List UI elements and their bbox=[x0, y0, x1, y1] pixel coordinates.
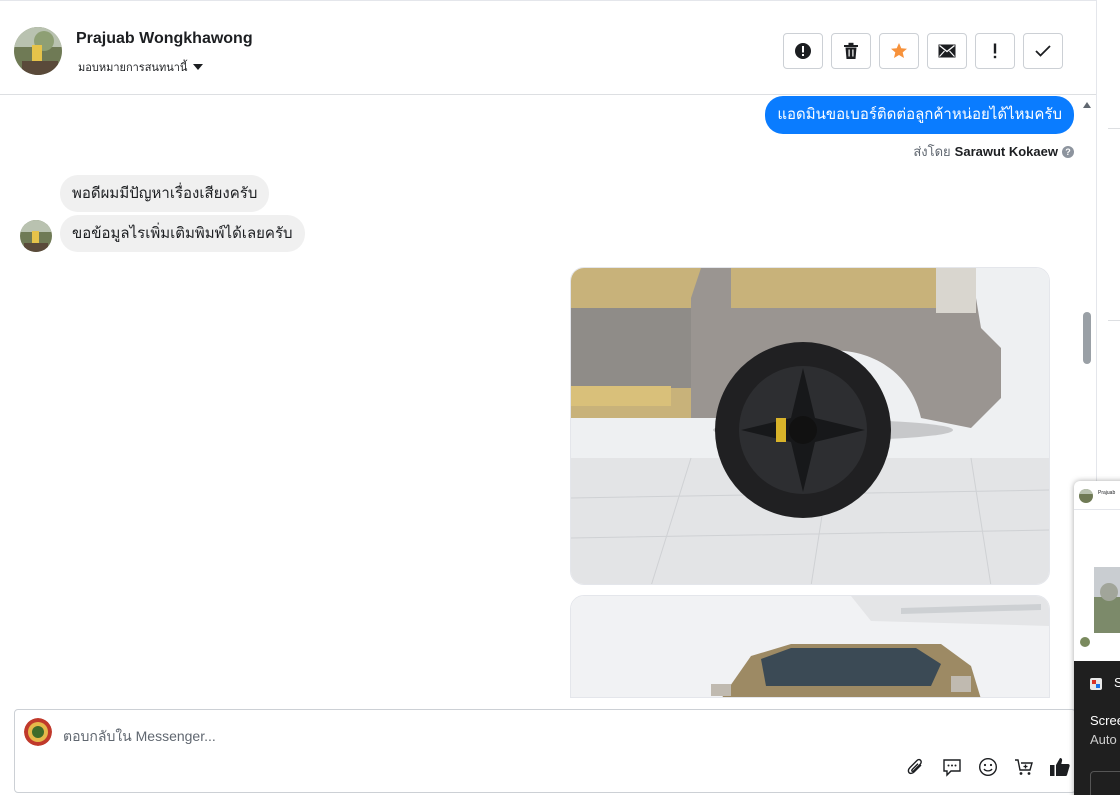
overlay-small-avatar bbox=[1080, 637, 1090, 647]
check-icon bbox=[1035, 45, 1051, 57]
follow-up-button[interactable] bbox=[975, 33, 1015, 69]
overlay-app-name: S bbox=[1114, 675, 1120, 690]
mark-unread-button[interactable] bbox=[927, 33, 967, 69]
chat-bubble-icon bbox=[943, 759, 961, 777]
overlay-title: Scree bbox=[1090, 713, 1120, 728]
delete-button[interactable] bbox=[831, 33, 871, 69]
paperclip-icon bbox=[907, 758, 922, 775]
alert-circle-icon bbox=[795, 43, 811, 59]
sender-avatar[interactable] bbox=[20, 220, 52, 252]
help-icon[interactable]: ? bbox=[1062, 145, 1074, 158]
panel-divider bbox=[1108, 320, 1120, 321]
page-avatar bbox=[24, 718, 52, 746]
reply-input[interactable]: ตอบกลับใน Messenger... bbox=[63, 726, 216, 748]
envelope-icon bbox=[938, 44, 956, 58]
sent-by-name: Sarawut Kokaew bbox=[954, 144, 1058, 159]
contact-name[interactable]: Prajuab Wongkhawong bbox=[76, 30, 253, 48]
overlay-divider bbox=[1074, 509, 1120, 510]
overlay-contact-name: Prajuab bbox=[1098, 490, 1116, 496]
trash-icon bbox=[844, 42, 858, 59]
assign-conversation-dropdown[interactable]: มอบหมายการสนทนานี้ bbox=[78, 58, 204, 76]
overlay-action-button[interactable] bbox=[1090, 771, 1120, 795]
mark-done-button[interactable] bbox=[1023, 33, 1063, 69]
assign-label: มอบหมายการสนทนานี้ bbox=[78, 62, 188, 74]
outgoing-message[interactable]: แอดมินขอเบอร์ติดต่อลูกค้าหน่อยได้ไหมครับ bbox=[765, 96, 1074, 134]
caret-down-icon bbox=[193, 64, 204, 70]
contact-avatar[interactable] bbox=[14, 27, 62, 75]
emoji-button[interactable] bbox=[977, 756, 999, 778]
thumbs-up-icon bbox=[1050, 758, 1070, 776]
cart-add-icon bbox=[1015, 759, 1033, 775]
header-actions bbox=[783, 33, 1063, 69]
attachment-photo-wheel[interactable] bbox=[570, 267, 1050, 585]
scrollbar-thumb[interactable] bbox=[1083, 312, 1091, 364]
messenger-inbox: Prajuab Wongkhawong มอบหมายการสนทนานี้ แ… bbox=[0, 0, 1120, 795]
overlay-subtitle: Auto bbox=[1090, 732, 1117, 747]
incoming-message[interactable]: ขอข้อมูลไรเพิ่มเติมพิมพ์ได้เลยครับ bbox=[60, 215, 305, 252]
panel-divider bbox=[1108, 128, 1120, 129]
saved-reply-button[interactable] bbox=[941, 756, 963, 778]
sent-by-prefix: ส่งโดย bbox=[913, 144, 951, 159]
notification-overlay[interactable]: Prajuab S Scree Auto bbox=[1074, 481, 1120, 795]
composer-tools bbox=[905, 756, 1071, 778]
overlay-avatar bbox=[1079, 489, 1093, 503]
reply-composer: ตอบกลับใน Messenger... bbox=[14, 709, 1076, 793]
star-icon bbox=[891, 43, 907, 58]
star-button[interactable] bbox=[879, 33, 919, 69]
emoji-icon bbox=[978, 757, 998, 777]
scroll-up-arrow-icon[interactable] bbox=[1083, 102, 1091, 108]
attach-button[interactable] bbox=[905, 756, 927, 778]
screenshot-app-icon bbox=[1090, 677, 1102, 690]
exclamation-icon bbox=[993, 43, 997, 59]
like-button[interactable] bbox=[1049, 756, 1071, 778]
mark-spam-button[interactable] bbox=[783, 33, 823, 69]
shop-button[interactable] bbox=[1013, 756, 1035, 778]
sent-by-label: ส่งโดย Sarawut Kokaew ? bbox=[913, 141, 1074, 162]
overlay-thumbnail bbox=[1094, 567, 1120, 633]
attachment-photo-truck[interactable] bbox=[570, 595, 1050, 698]
incoming-message[interactable]: พอดีผมมีปัญหาเรื่องเสียงครับ bbox=[60, 175, 270, 212]
conversation-header: Prajuab Wongkhawong มอบหมายการสนทนานี้ bbox=[0, 0, 1096, 95]
